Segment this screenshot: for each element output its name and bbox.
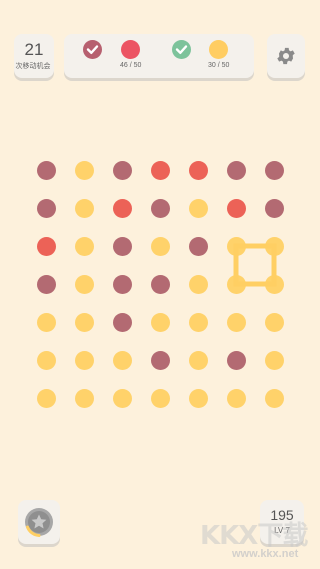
connection-line [233,243,277,287]
game-board [0,0,320,569]
powerup-button[interactable] [18,500,60,544]
watermark-url: www.kkx.net [232,548,299,560]
watermark-logo: KKX下载 [200,521,308,551]
connection-path [233,243,277,287]
star-icon [25,508,53,537]
